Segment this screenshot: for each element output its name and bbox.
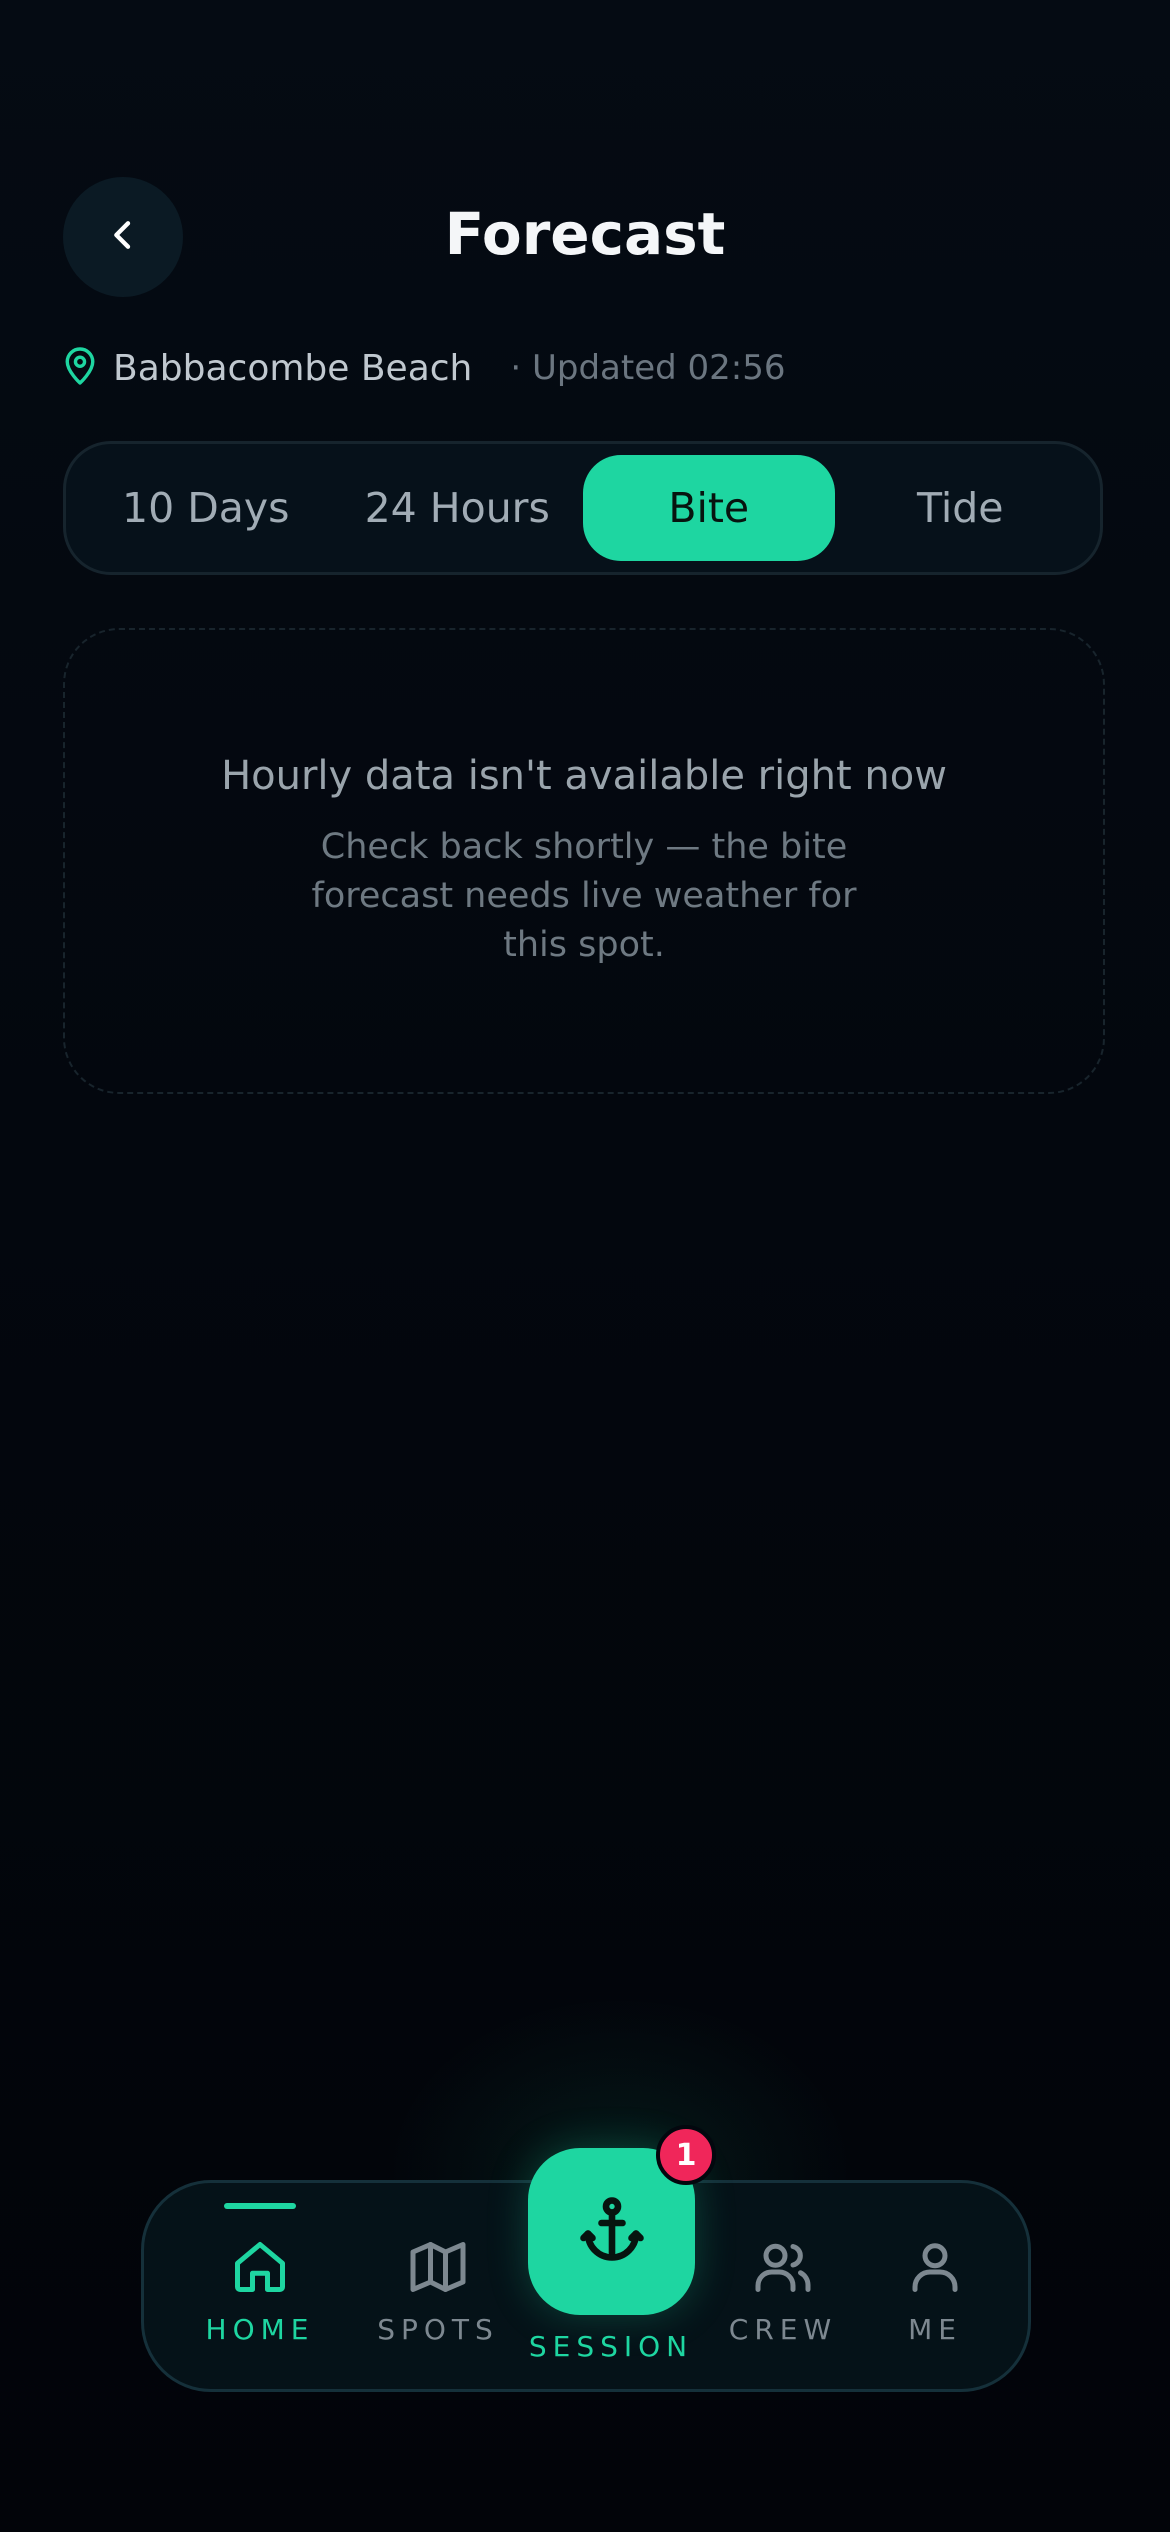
nav-crew-label: CREW [728,2313,838,2346]
map-icon [408,2235,468,2299]
tab-24-hours[interactable]: 24 Hours [332,455,584,561]
empty-state-message: Check back shortly — the bite forecast n… [311,826,857,965]
home-icon [230,2235,290,2299]
nav-spots[interactable]: SPOTS [363,2183,513,2395]
empty-state-title: Hourly data isn't available right now [221,752,947,799]
map-pin-icon [63,346,97,390]
nav-home-label: HOME [205,2313,315,2346]
empty-state-card: Hourly data isn't available right now Ch… [63,628,1105,1094]
forecast-tabs: 10 Days 24 Hours Bite Tide [63,441,1103,575]
page-title: Forecast [444,200,726,268]
anchor-icon [576,2193,648,2270]
location-name: Babbacombe Beach [113,347,473,389]
tab-tide[interactable]: Tide [835,455,1087,561]
notification-badge: 1 [656,2125,716,2185]
nav-me-label: ME [908,2313,962,2346]
tab-bite[interactable]: Bite [583,455,835,561]
nav-home[interactable]: HOME [185,2183,335,2395]
nav-crew[interactable]: CREW [708,2183,858,2395]
nav-me[interactable]: ME [860,2183,1010,2395]
location-row: Babbacombe Beach · Updated 02:56 [63,343,786,393]
users-icon [753,2235,813,2299]
tab-10-days[interactable]: 10 Days [80,455,332,561]
user-icon [905,2235,965,2299]
session-label: SESSION [528,2330,694,2363]
updated-time: · Updated 02:56 [510,348,786,388]
